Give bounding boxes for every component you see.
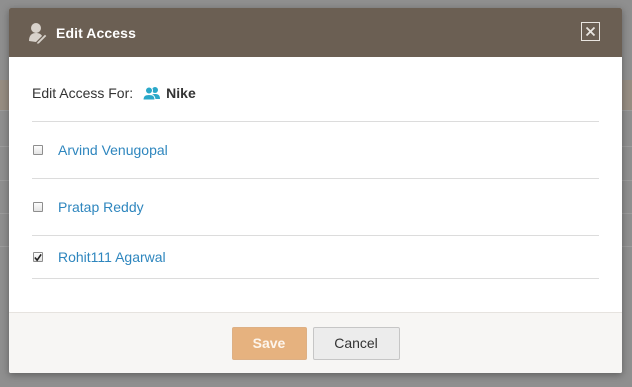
dialog-title: Edit Access — [56, 24, 136, 41]
access-for-label: Edit Access For: — [32, 85, 134, 101]
user-checkbox[interactable] — [33, 202, 43, 212]
user-name-link[interactable]: Arvind Venugopal — [58, 142, 168, 158]
close-icon — [585, 26, 596, 37]
entity-name: Nike — [166, 85, 196, 101]
dialog-body: Edit Access For: Nike Arvind Venugopal P… — [9, 57, 622, 279]
user-row: Arvind Venugopal — [32, 122, 599, 179]
user-name-link[interactable]: Rohit111 Agarwal — [58, 249, 166, 265]
access-for-row: Edit Access For: Nike — [32, 57, 599, 121]
dialog-header: Edit Access — [9, 8, 622, 57]
user-list: Arvind Venugopal Pratap Reddy Rohit111 A… — [32, 121, 599, 279]
save-button[interactable]: Save — [231, 326, 307, 360]
close-button[interactable] — [581, 22, 600, 41]
dialog-footer: Save Cancel — [9, 312, 622, 373]
user-row: Pratap Reddy — [32, 179, 599, 236]
user-edit-icon — [28, 22, 48, 44]
checkmark-icon — [34, 253, 42, 261]
edit-access-dialog: Edit Access Edit Access For: Nike Arvind… — [9, 8, 622, 373]
user-checkbox-checked[interactable] — [33, 252, 43, 262]
user-checkbox[interactable] — [33, 145, 43, 155]
cancel-button[interactable]: Cancel — [312, 326, 400, 360]
users-icon — [143, 86, 161, 100]
user-name-link[interactable]: Pratap Reddy — [58, 199, 144, 215]
user-row: Rohit111 Agarwal — [32, 236, 599, 279]
